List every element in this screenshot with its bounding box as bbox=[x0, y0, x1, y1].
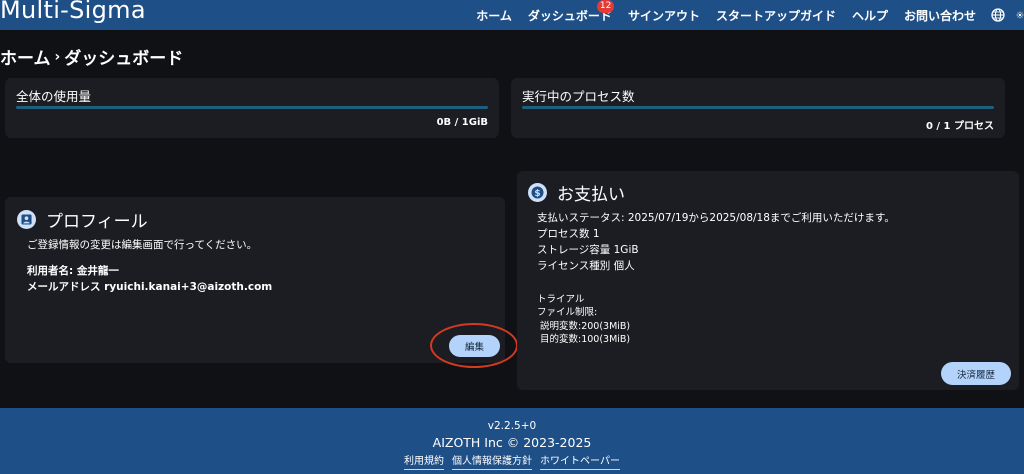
payment-processes: プロセス数 1 bbox=[537, 228, 600, 240]
payment-title-row: $ お支払い bbox=[528, 180, 625, 205]
payment-card: $ お支払い 支払いステータス: 2025/07/19から2025/08/18ま… bbox=[517, 171, 1019, 390]
process-usage-bar bbox=[522, 106, 994, 109]
profile-card: プロフィール ご登録情報の変更は編集画面で行ってください。 利用者名: 金井龍一… bbox=[5, 197, 505, 363]
main-nav: ホーム ダッシュボード 12 サインアウト スタートアップガイド ヘルプ お問い… bbox=[460, 0, 1024, 30]
footer: v2.2.5+0 AIZOTH Inc © 2023-2025 利用規約 個人情… bbox=[0, 408, 1024, 474]
breadcrumb-home[interactable]: ホーム bbox=[0, 44, 51, 69]
nav-signout[interactable]: サインアウト bbox=[628, 7, 700, 24]
profile-email: メールアドレス ryuichi.kanai+3@aizoth.com bbox=[27, 281, 273, 293]
app-title[interactable]: Multi-Sigma bbox=[0, 0, 146, 24]
nav-contact[interactable]: お問い合わせ bbox=[904, 7, 976, 24]
nav-help[interactable]: ヘルプ bbox=[852, 7, 888, 24]
storage-usage-title: 全体の使用量 bbox=[16, 89, 92, 104]
payment-target-vars: 目的変数:100(3MiB) bbox=[540, 334, 631, 345]
top-navigation-bar: Multi-Sigma ホーム ダッシュボード 12 サインアウト スタートアッ… bbox=[0, 0, 1024, 30]
svg-text:$: $ bbox=[534, 189, 540, 199]
process-usage-value: 0 / 1 プロセス bbox=[925, 121, 994, 132]
payment-status: 支払いステータス: 2025/07/19から2025/08/18までご利用いただ… bbox=[537, 212, 895, 224]
dollar-circle-icon: $ bbox=[528, 183, 547, 202]
storage-usage-value: 0B / 1GiB bbox=[436, 117, 488, 128]
profile-note: ご登録情報の変更は編集画面で行ってください。 bbox=[27, 239, 258, 251]
footer-link-whitepaper[interactable]: ホワイトペーパー bbox=[540, 452, 620, 470]
payment-license: ライセンス種別 個人 bbox=[537, 260, 635, 272]
process-usage-title: 実行中のプロセス数 bbox=[522, 89, 635, 104]
payment-history-button[interactable]: 決済履歴 bbox=[941, 362, 1011, 385]
profile-title-row: プロフィール bbox=[17, 207, 148, 232]
storage-usage-fill bbox=[16, 106, 488, 109]
process-usage-card: 実行中のプロセス数 0 / 1 プロセス bbox=[511, 78, 1005, 138]
nav-dashboard[interactable]: ダッシュボード 12 bbox=[528, 0, 615, 24]
breadcrumb: ホーム › ダッシュボード bbox=[0, 44, 184, 70]
breadcrumb-current: ダッシュボード bbox=[64, 49, 184, 69]
notification-badge: 12 bbox=[596, 0, 615, 13]
payment-explanatory-vars: 説明変数:200(3MiB) bbox=[540, 321, 631, 332]
storage-usage-card: 全体の使用量 0B / 1GiB bbox=[5, 78, 499, 138]
payment-storage: ストレージ容量 1GiB bbox=[537, 244, 639, 256]
process-usage-fill bbox=[522, 106, 994, 109]
footer-links: 利用規約 個人情報保護方針 ホワイトペーパー bbox=[0, 452, 1024, 470]
nav-home[interactable]: ホーム bbox=[476, 7, 512, 24]
payment-file-limit: ファイル制限: bbox=[537, 307, 598, 318]
profile-title: プロフィール bbox=[46, 212, 148, 232]
settings-icon[interactable] bbox=[1016, 7, 1024, 23]
footer-link-privacy[interactable]: 個人情報保護方針 bbox=[452, 452, 533, 470]
globe-icon[interactable] bbox=[990, 7, 1006, 23]
payment-trial: トライアル bbox=[537, 294, 585, 305]
footer-link-terms[interactable]: 利用規約 bbox=[404, 452, 445, 470]
account-box-icon bbox=[17, 210, 36, 229]
breadcrumb-separator: › bbox=[54, 48, 61, 65]
highlight-circle bbox=[430, 323, 518, 368]
profile-user-name: 利用者名: 金井龍一 bbox=[27, 265, 119, 277]
footer-copyright: AIZOTH Inc © 2023-2025 bbox=[432, 435, 592, 450]
payment-title: お支払い bbox=[557, 185, 625, 205]
nav-startup-guide[interactable]: スタートアップガイド bbox=[716, 7, 836, 24]
footer-version: v2.2.5+0 bbox=[487, 420, 537, 432]
storage-usage-bar bbox=[16, 106, 488, 109]
